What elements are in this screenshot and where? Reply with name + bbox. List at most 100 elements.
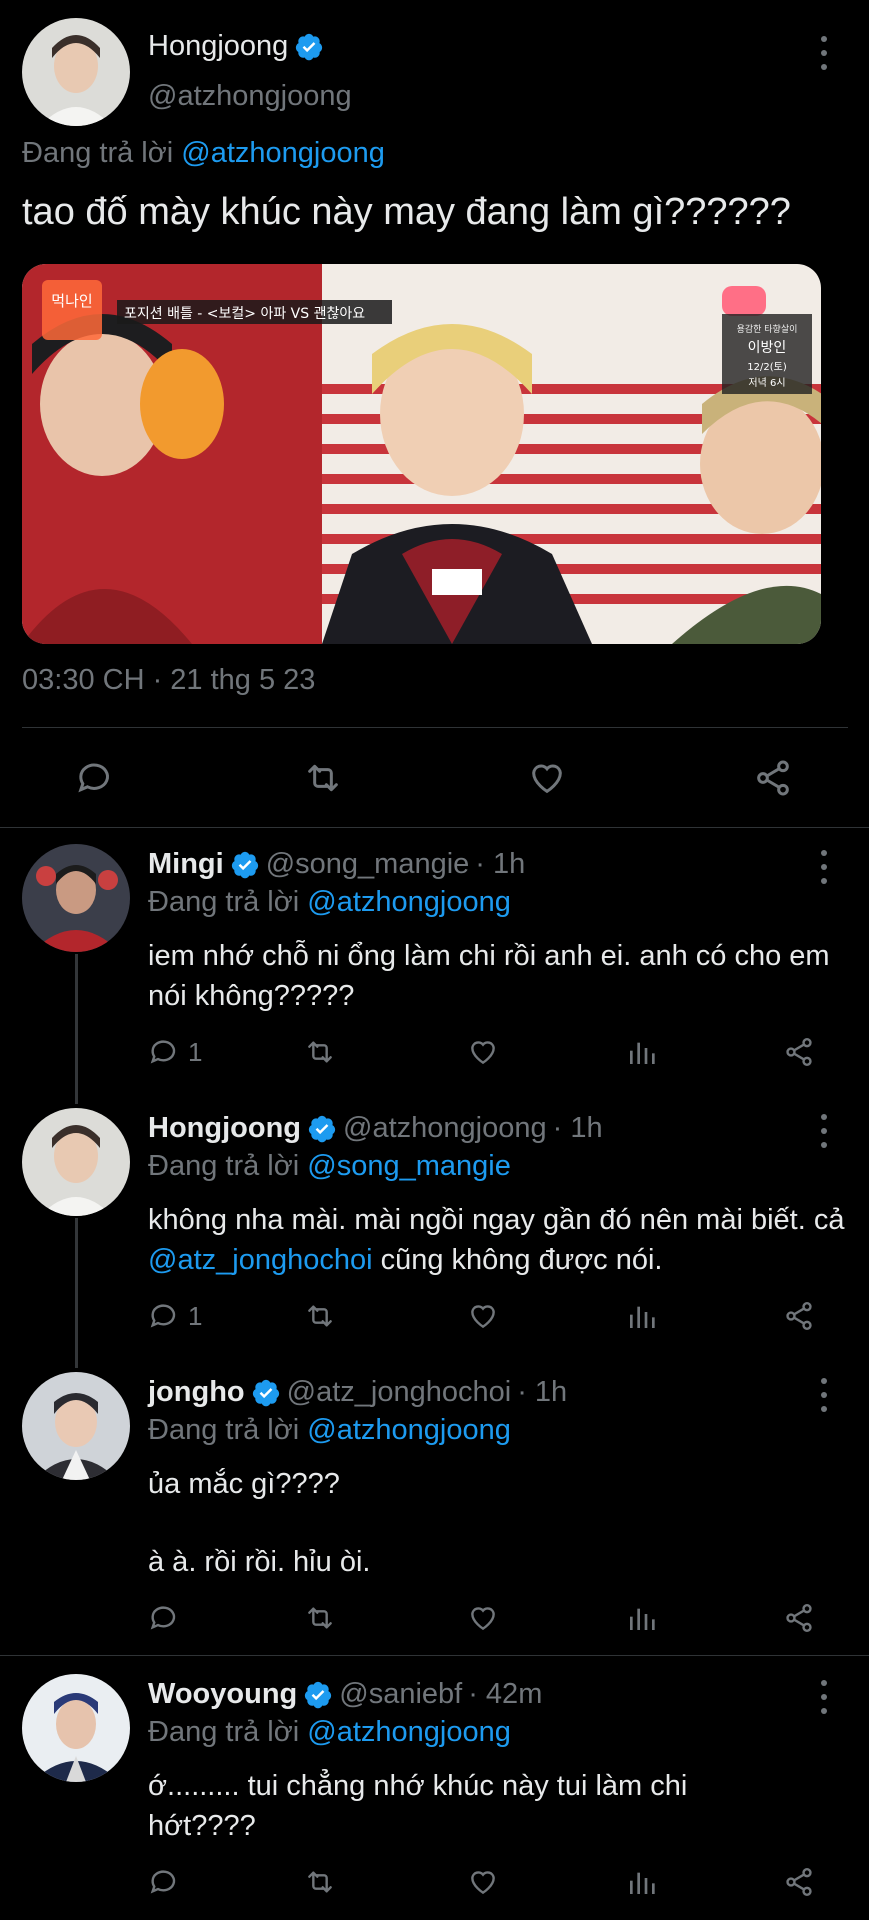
reply-text: iem nhớ chỗ ni ổng làm chi rồi anh ei. a… <box>148 940 830 1012</box>
like-button[interactable] <box>467 1300 499 1332</box>
replying-to-link[interactable]: @atzhongjoong <box>307 886 511 918</box>
share-button[interactable] <box>783 1036 815 1068</box>
share-button[interactable] <box>783 1300 815 1332</box>
author-handle[interactable]: @atzhongjoong <box>148 80 352 113</box>
views-button[interactable] <box>626 1300 658 1332</box>
avatar-hongjoong[interactable] <box>22 1108 130 1216</box>
replying-to: Đang trả lời @song_mangie <box>148 1150 511 1183</box>
reply-time: · 1h <box>552 1112 603 1144</box>
reply-button[interactable]: 1 <box>148 1300 202 1332</box>
media-promo-time: 저녁 6시 <box>748 377 785 389</box>
views-icon <box>630 1042 655 1064</box>
reply-author-handle[interactable]: @saniebf <box>339 1678 462 1711</box>
media-promo-title: 이방인 <box>748 340 787 356</box>
reply-header: Hongjoong @atzhongjoong · 1h <box>148 1112 603 1145</box>
reply-icon <box>150 1870 176 1894</box>
retweet-icon <box>308 1305 332 1327</box>
replying-to-link[interactable]: @atzhongjoong <box>307 1414 511 1446</box>
reply-button[interactable] <box>148 1602 180 1634</box>
retweet-button[interactable] <box>302 1036 338 1068</box>
views-button[interactable] <box>626 1866 658 1898</box>
reply-button[interactable] <box>148 1866 180 1898</box>
replying-prefix: Đang trả lời <box>22 137 174 169</box>
reply-text-part: không nha mài. mài ngồi ngay gần đó nên … <box>148 1204 845 1236</box>
media-badge: 먹나인 <box>51 292 92 310</box>
retweet-icon <box>308 1871 332 1893</box>
views-button[interactable] <box>626 1036 658 1068</box>
replying-to-link[interactable]: @atzhongjoong <box>181 137 385 169</box>
like-icon <box>471 1871 495 1895</box>
replying-prefix: Đang trả lời <box>148 1716 300 1748</box>
reply-count: 1 <box>188 1300 203 1331</box>
more-icon[interactable] <box>817 1378 831 1412</box>
like-button[interactable] <box>467 1036 499 1068</box>
retweet-button[interactable] <box>302 1602 338 1634</box>
author-name[interactable]: Hongjoong <box>148 30 324 63</box>
like-button[interactable] <box>527 758 567 798</box>
more-icon[interactable] <box>817 1680 831 1714</box>
like-icon <box>532 764 562 794</box>
like-button[interactable] <box>467 1866 499 1898</box>
reply-time: · 1h <box>475 848 526 880</box>
retweet-icon <box>308 764 338 792</box>
share-button[interactable] <box>783 1866 815 1898</box>
like-button[interactable] <box>467 1602 499 1634</box>
replying-prefix: Đang trả lời <box>148 1150 300 1182</box>
retweet-icon <box>308 1607 332 1629</box>
like-icon <box>471 1041 495 1065</box>
reply-author-handle[interactable]: @atzhongjoong <box>343 1112 547 1145</box>
reply-author-name[interactable]: Wooyoung <box>148 1678 297 1711</box>
verified-icon <box>231 851 258 878</box>
tweet-media[interactable]: 먹나인 포지션 배틀 - <보컬> 아파 VS 괜찮아요 용감한 타향살이 이방… <box>22 264 821 644</box>
divider <box>22 727 848 728</box>
avatar-mingi[interactable] <box>22 844 130 952</box>
share-icon <box>786 1868 812 1896</box>
media-banner: 포지션 배틀 - <보컬> 아파 VS 괜찮아요 <box>124 306 365 322</box>
retweet-button[interactable] <box>302 1300 338 1332</box>
more-icon[interactable] <box>817 36 831 70</box>
avatar-wooyoung[interactable] <box>22 1674 130 1782</box>
replying-prefix: Đang trả lời <box>148 1414 300 1446</box>
verified-icon <box>305 1681 332 1708</box>
more-icon[interactable] <box>817 1114 831 1148</box>
reply-button[interactable] <box>75 758 115 798</box>
reply-header: Mingi @song_mangie · 1h <box>148 848 525 881</box>
reply-author-handle[interactable]: @atz_jonghochoi <box>287 1376 512 1409</box>
share-icon <box>786 1604 812 1632</box>
reply-text-part: cũng không được nói. <box>372 1244 663 1276</box>
media-promo-date: 12/2(토) <box>747 362 787 373</box>
views-icon <box>630 1306 655 1328</box>
reply-icon <box>150 1040 176 1064</box>
replying-to: Đang trả lời @atzhongjoong <box>148 886 511 919</box>
reply-text: không nha mài. mài ngồi ngay gần đó nên … <box>148 1200 860 1280</box>
avatar-jongho[interactable] <box>22 1372 130 1480</box>
reply-author-name[interactable]: Hongjoong <box>148 1112 301 1145</box>
media-promo-sub: 용감한 타향살이 <box>737 323 798 335</box>
reply-author-name[interactable]: Mingi <box>148 848 224 881</box>
mention-link[interactable]: @atz_jonghochoi <box>148 1244 373 1276</box>
share-button[interactable] <box>783 1602 815 1634</box>
divider <box>0 827 869 828</box>
like-icon <box>471 1305 495 1329</box>
verified-icon <box>252 1379 279 1406</box>
reply-icon <box>150 1606 176 1630</box>
like-icon <box>471 1607 495 1631</box>
tweet-timestamp[interactable]: 03:30 CH · 21 thg 5 23 <box>22 664 315 697</box>
more-icon[interactable] <box>817 850 831 884</box>
thread-line <box>75 954 78 1104</box>
reply-author-name[interactable]: jongho <box>148 1376 245 1409</box>
reply-text: ủa mắc gì???? à à. rồi rồi. hỉu òi. <box>148 1464 848 1582</box>
share-icon <box>757 760 789 796</box>
replying-to-link[interactable]: @atzhongjoong <box>307 1716 511 1748</box>
avatar-hongjoong[interactable] <box>22 18 130 126</box>
retweet-button[interactable] <box>301 758 345 798</box>
reply-icon <box>78 763 109 793</box>
thread-line <box>75 1218 78 1368</box>
retweet-button[interactable] <box>302 1866 338 1898</box>
reply-author-handle[interactable]: @song_mangie <box>266 848 470 881</box>
replying-to-link[interactable]: @song_mangie <box>307 1150 511 1182</box>
replying-to: Đang trả lời @atzhongjoong <box>148 1716 511 1749</box>
reply-button[interactable]: 1 <box>148 1036 202 1068</box>
views-button[interactable] <box>626 1602 658 1634</box>
share-button[interactable] <box>753 758 793 798</box>
